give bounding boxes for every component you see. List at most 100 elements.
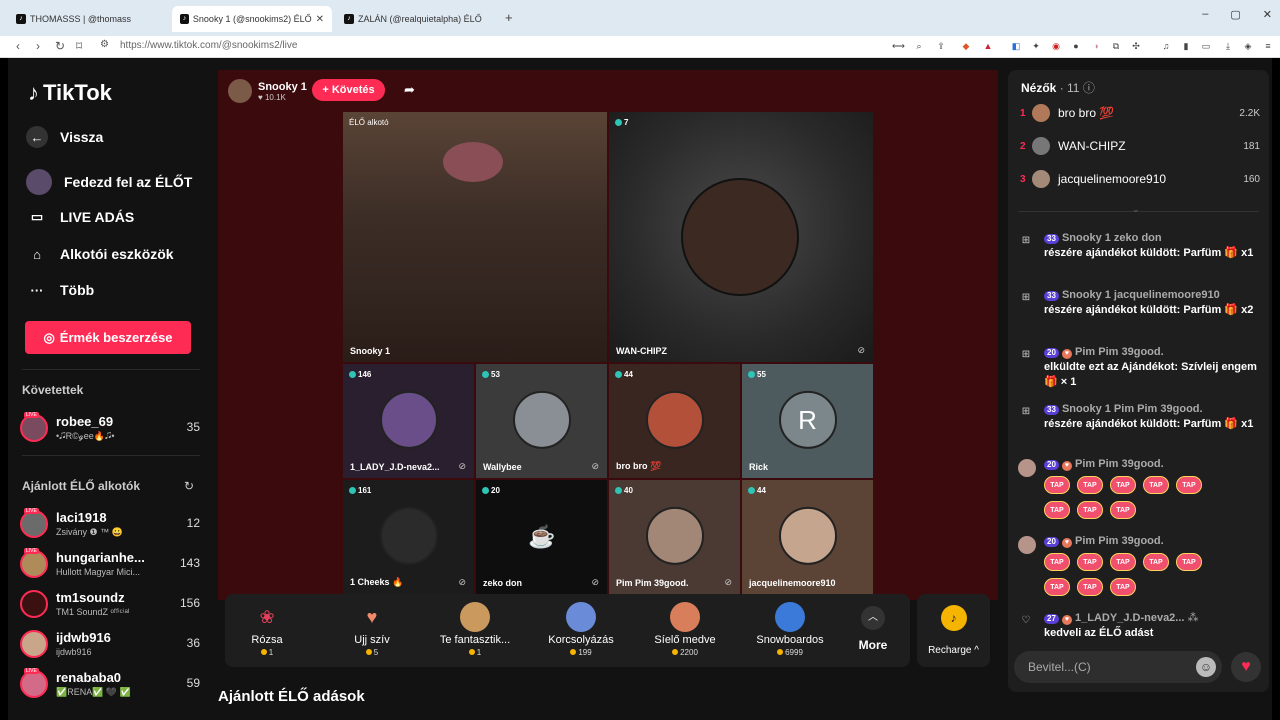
minimize-icon[interactable]: –: [1202, 8, 1208, 21]
host-avatar: [228, 79, 252, 103]
share-icon[interactable]: ⇪: [935, 40, 947, 52]
recommended-account[interactable]: LIVE renababa0 ✅RENA✅ 🖤 ✅ 59: [20, 668, 200, 702]
chat-username[interactable]: 1_LADY_J.D-neva2...: [1075, 612, 1184, 624]
guest-badge: 53: [482, 370, 500, 379]
follow-button[interactable]: + Követés: [312, 79, 385, 101]
viewer-rank-row[interactable]: 2 WAN-CHIPZ 181: [1020, 135, 1260, 157]
chat-message: ⊞ 33 Snooky 1 jacquelinemoore910 részére …: [1018, 288, 1258, 318]
recommended-account[interactable]: LIVE laci1918 Zsivány ❶ ™ 😀 12: [20, 508, 200, 542]
viewer-rank-row[interactable]: 1 bro bro 💯 2.2K: [1020, 102, 1260, 124]
extension-icon[interactable]: ⧉: [1110, 40, 1122, 52]
wallet-icon[interactable]: ▭: [1200, 40, 1212, 52]
gift-price: 199: [531, 648, 631, 657]
heart-like-icon[interactable]: ♥: [1231, 652, 1261, 682]
extension-icon[interactable]: ◑: [1090, 40, 1102, 52]
close-tab-icon[interactable]: ✕: [316, 14, 324, 25]
bookmark-icon[interactable]: ⌑: [76, 39, 82, 53]
rewards-icon[interactable]: ▲: [982, 40, 994, 52]
gift-item[interactable]: Snowboardos 6999: [740, 598, 840, 664]
puzzle-icon[interactable]: ✣: [1130, 40, 1142, 52]
site-settings-icon[interactable]: ⚙: [100, 39, 109, 50]
extension-icon[interactable]: ✦: [1030, 40, 1042, 52]
host-video-tile[interactable]: ÉLŐ alkotó Snooky 1: [343, 112, 607, 362]
browser-tab[interactable]: ♪ THOMASSS | @thomass: [8, 6, 168, 32]
translate-icon[interactable]: ⟷: [892, 40, 905, 52]
download-icon[interactable]: ⤓: [1222, 40, 1234, 52]
emoji-icon[interactable]: ☺: [1196, 657, 1216, 677]
gift-item[interactable]: Te fantasztik... 1: [425, 598, 525, 664]
chat-username[interactable]: Pim Pim 39good.: [1075, 458, 1164, 470]
chat-username[interactable]: Pim Pim 39good.: [1075, 535, 1164, 547]
chat-input[interactable]: Bevitel...(C): [1014, 651, 1222, 683]
chat-username[interactable]: Pim Pim 39good.: [1075, 346, 1164, 358]
sidebar-item-explore-live[interactable]: Fedezd fel az ÉLŐT: [26, 169, 192, 195]
guest-video-tile[interactable]: 53 Wallybee ⊘: [476, 364, 607, 478]
get-coins-button[interactable]: ◎ Érmék beszerzése: [25, 321, 191, 354]
guest-video-tile[interactable]: ☕ 20 zeko don ⊘: [476, 480, 607, 594]
recharge-button[interactable]: ♪ Recharge ^: [917, 594, 990, 667]
host-info[interactable]: Snooky 1 ♥ 10.1K: [228, 78, 307, 104]
guest-video-tile[interactable]: 161 1 Cheeks 🔥 ⊘: [343, 480, 474, 594]
brave-shield-icon[interactable]: ◆: [960, 40, 972, 52]
recommended-account[interactable]: tm1soundz TM1 SoundZ ᵒᶠᶠⁱᶜⁱᵃˡ 156: [20, 588, 200, 622]
sidebar-item-more[interactable]: ··· Több: [26, 279, 95, 301]
gift-name: Síelő medve: [654, 634, 716, 646]
maximize-icon[interactable]: ▢: [1230, 8, 1240, 21]
chevron-down-icon[interactable]: ⌄: [1132, 204, 1140, 215]
account-subtitle: ✅RENA✅ 🖤 ✅: [56, 687, 131, 697]
browser-tab[interactable]: ♪ ZALÁN (@realquietalpha) ÉLŐ: [336, 6, 496, 32]
viewers-header[interactable]: Nézők · 11 ⓘ: [1021, 79, 1095, 96]
media-icon[interactable]: ♫: [1160, 40, 1172, 52]
refresh-icon[interactable]: ↻: [184, 479, 194, 493]
extension-icon[interactable]: ◉: [1050, 40, 1062, 52]
guest-badge: 20: [482, 486, 500, 495]
vpn-icon[interactable]: ◈: [1242, 40, 1254, 52]
back-button[interactable]: ← Vissza: [26, 126, 103, 148]
guest-video-tile[interactable]: R 55 Rick: [742, 364, 873, 478]
tile-name: WAN-CHIPZ: [616, 346, 667, 356]
chat-username[interactable]: Snooky 1 Pim Pim 39good.: [1062, 403, 1203, 415]
share-arrow-icon[interactable]: ➦: [404, 82, 415, 98]
live-badge: LIVE: [24, 508, 39, 514]
forward-arrow-icon[interactable]: ›: [36, 39, 40, 53]
gift-item[interactable]: Síelő medve 2200: [635, 598, 735, 664]
info-icon[interactable]: ⓘ: [1083, 81, 1095, 95]
menu-icon[interactable]: ≡: [1262, 40, 1274, 52]
back-arrow-icon[interactable]: ‹: [16, 39, 20, 53]
level-badge: 33: [1044, 405, 1059, 415]
sidebar-item-creator-tools[interactable]: ⌂ Alkotói eszközök: [26, 243, 174, 265]
following-account[interactable]: LIVE robee_69 •🎜R©ℊee🔥🎜• 35: [20, 412, 200, 446]
chat-username[interactable]: Snooky 1 jacquelinemoore910: [1062, 289, 1220, 301]
following-title: Követettek: [22, 383, 84, 397]
gift-item[interactable]: ❀ Rózsa 1: [217, 598, 317, 664]
new-tab-button[interactable]: +: [505, 10, 513, 25]
url-field[interactable]: https://www.tiktok.com/@snookims2/live: [120, 40, 297, 51]
chat-username[interactable]: Snooky 1 zeko don: [1062, 232, 1162, 244]
browser-tab-active[interactable]: ♪ Snooky 1 (@snookims2) ÉLŐ ✕: [172, 6, 332, 32]
guest-video-tile[interactable]: 40 Pim Pim 39good. ⊘: [609, 480, 740, 594]
recommended-account[interactable]: LIVE hungarianhe... Hullott Magyar Mici.…: [20, 548, 200, 582]
extension-icon[interactable]: ◧: [1010, 40, 1022, 52]
viewer-rank-row[interactable]: 3 jacquelinemoore910 160: [1020, 168, 1260, 190]
mic-muted-icon: ⊘: [591, 577, 599, 587]
guest-video-tile[interactable]: 146 1_LADY_J.D-neva2... ⊘: [343, 364, 474, 478]
mic-muted-icon: ⊘: [458, 461, 466, 471]
sidebar-item-label: Alkotói eszközök: [60, 246, 174, 262]
extension-icon[interactable]: ●: [1070, 40, 1082, 52]
chat-text: részére ajándékot küldött: Parfüm 🎁 x2: [1044, 304, 1254, 316]
level-badge: 33: [1044, 291, 1059, 301]
zoom-icon[interactable]: ⌕: [913, 40, 925, 52]
close-window-icon[interactable]: ✕: [1263, 8, 1272, 21]
guest-video-tile[interactable]: 44 bro bro 💯: [609, 364, 740, 478]
tiktok-logo[interactable]: ♪ TikTok: [28, 80, 112, 106]
gift-item[interactable]: ♥ Ujj szív 5: [322, 598, 422, 664]
guest-video-tile[interactable]: 7 WAN-CHIPZ ⊘: [609, 112, 873, 362]
reload-icon[interactable]: ↻: [55, 39, 65, 53]
more-gifts-button[interactable]: ︿ More: [858, 606, 888, 652]
guest-video-tile[interactable]: 44 jacquelinemoore910: [742, 480, 873, 594]
gift-item[interactable]: Korcsolyázás 199: [531, 598, 631, 664]
heart-badge-icon: ♥: [1061, 349, 1072, 359]
recommended-account[interactable]: ijdwb916 ijdwb916 36: [20, 628, 200, 662]
sidebar-item-live[interactable]: ▭ LIVE ADÁS: [26, 206, 134, 228]
sidebar-toggle-icon[interactable]: ▮: [1180, 40, 1192, 52]
